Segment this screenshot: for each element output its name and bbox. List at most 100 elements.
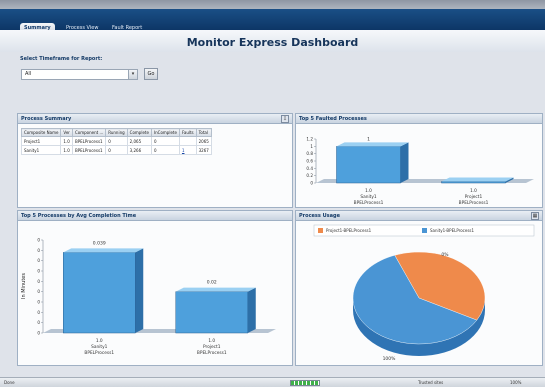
panel-title: Top 5 Faulted Processes <box>299 116 367 122</box>
panel-header: Top 5 Faulted Processes <box>296 114 542 124</box>
y-axis-title: In Minutes <box>21 273 27 299</box>
category-label: 1.0 <box>470 188 477 194</box>
y-tick-label: 0.4 <box>306 166 313 171</box>
legend-swatch <box>318 228 323 233</box>
security-zone: Trusted sites <box>418 380 444 385</box>
legend-entry: Sanity1-BPELProcess1 <box>430 228 475 233</box>
table-row[interactable]: Sanity1 1.0 BPELProcess1 0 3,266 0 1 3267 <box>20 145 212 155</box>
table-cell: 0 <box>105 145 128 155</box>
column-header[interactable]: Complete <box>126 128 152 137</box>
bar-side <box>247 287 256 333</box>
export-icon[interactable]: ⇩ <box>281 115 289 123</box>
y-tick-label: 0 <box>37 300 40 305</box>
category-label: Project1 <box>203 344 221 350</box>
y-tick-label: 0 <box>37 320 40 325</box>
table-row[interactable]: Project1 1.0 BPELProcess1 0 2,065 0 2065 <box>20 136 212 146</box>
export-icon[interactable]: ▦ <box>531 212 539 220</box>
y-tick-label: 0 <box>37 248 40 253</box>
y-tick-label: 1 <box>310 144 313 149</box>
header-bar: Monitor Express Dashboard <box>0 30 545 52</box>
panel-header: Process Summary ⇩ <box>18 114 292 124</box>
table-cell: 0 <box>105 136 128 146</box>
category-label: Project1 <box>465 194 483 200</box>
y-tick-label: 0.6 <box>306 159 313 164</box>
process-summary-table: Composite Name Ver Component ... Running Com… <box>20 128 212 155</box>
faulted-bar-chart: 00.20.40.60.811.2 11.0Sanity1BPELProcess1… <box>306 136 534 206</box>
column-header[interactable]: Total <box>195 128 212 137</box>
y-tick-label: 0 <box>37 269 40 274</box>
window-frame <box>0 0 545 9</box>
bar-top <box>63 248 144 253</box>
zoom-level[interactable]: 100% <box>510 379 521 386</box>
legend-entry: Project1-BPELProcess1 <box>326 228 372 233</box>
bar-top <box>175 287 256 292</box>
y-tick-label: 0 <box>37 310 40 315</box>
panel-title: Process Summary <box>21 116 72 122</box>
bar-side <box>135 248 144 333</box>
table-cell: Project1 <box>20 136 62 146</box>
column-header[interactable]: Composite Name <box>20 128 62 137</box>
table-cell: Sanity1 <box>20 145 62 155</box>
category-label: BPELProcess1 <box>459 200 489 206</box>
column-header[interactable]: Ver <box>60 128 73 137</box>
table-cell: 0 <box>150 136 180 146</box>
panel-title: Process Usage <box>299 213 340 219</box>
panel-header: Process Usage ▦ <box>296 211 542 221</box>
process-summary-panel: Process Summary ⇩ Composite Name Ver Compo… <box>17 113 293 208</box>
y-tick-label: 0 <box>310 181 313 186</box>
table-cell: 3267 <box>195 145 212 155</box>
y-tick-label: 0 <box>37 238 40 243</box>
table-cell: 3,266 <box>126 145 152 155</box>
table-cell: 1.0 <box>60 136 73 146</box>
y-tick-label: 1.2 <box>306 137 313 142</box>
status-text: Done <box>4 380 15 385</box>
category-label: 1.0 <box>208 338 215 344</box>
column-header[interactable]: Running <box>105 128 128 137</box>
legend: Project1-BPELProcess1 Sanity1-BPELProcess… <box>313 224 535 237</box>
table-cell[interactable]: 1 <box>178 145 197 155</box>
avg-completion-panel: Top 5 Processes by Avg Completion Time 0… <box>17 210 293 366</box>
y-tick-label: 0 <box>37 279 40 284</box>
table-cell: 0 <box>150 145 180 155</box>
progress-bar <box>290 380 320 386</box>
category-label: BPELProcess1 <box>354 200 384 206</box>
y-tick-label: 0.2 <box>306 173 313 178</box>
timeframe-select[interactable]: All ▾ <box>21 69 138 80</box>
table-cell: BPELProcess1 <box>71 145 107 155</box>
panel-header: Top 5 Processes by Avg Completion Time <box>18 211 292 221</box>
data-label: 100% <box>383 356 397 362</box>
timeframe-selected-value: All <box>25 71 32 77</box>
category-label: Sanity1 <box>360 194 377 200</box>
column-header[interactable]: Faults <box>178 128 197 137</box>
bar-top <box>441 177 514 182</box>
y-tick-label: 0.8 <box>306 151 313 156</box>
chevron-down-icon[interactable]: ▾ <box>128 70 137 79</box>
table-cell <box>178 136 197 146</box>
table-cell: BPELProcess1 <box>71 136 107 146</box>
page-title: Monitor Express Dashboard <box>186 36 359 49</box>
column-header[interactable]: InComplete <box>150 128 180 137</box>
table-cell: 2,065 <box>126 136 152 146</box>
data-label: 1 <box>367 136 370 142</box>
table-cell: 2065 <box>195 136 212 146</box>
timeframe-label: Select Timeframe for Report: <box>20 56 103 62</box>
legend-swatch <box>422 228 427 233</box>
bar <box>441 181 506 184</box>
panel-title: Top 5 Processes by Avg Completion Time <box>21 213 137 219</box>
process-usage-panel: Process Usage ▦ Project1-BPELProcess1 San… <box>295 210 543 366</box>
status-bar: Done Trusted sites 100% <box>0 377 545 387</box>
process-usage-pie-chart: Project1-BPELProcess1 Sanity1-BPELProcess… <box>313 224 535 362</box>
avg-completion-bar-chart: 00000000000.0391.0Sanity1BPELProcess10.0… <box>21 238 276 356</box>
category-label: Sanity1 <box>91 344 108 350</box>
data-label: 0.02 <box>207 280 217 286</box>
data-label: 0% <box>441 252 449 258</box>
go-button[interactable]: Go <box>144 68 158 80</box>
bar <box>336 146 401 184</box>
category-label: 1.0 <box>96 338 103 344</box>
column-header[interactable]: Component ... <box>71 128 107 137</box>
tab-strip: Summary Process View Fault Report <box>0 9 545 34</box>
bar <box>175 291 248 334</box>
y-tick-label: 0 <box>37 331 40 336</box>
y-tick-label: 0 <box>37 258 40 263</box>
table-cell: 1.0 <box>60 145 73 155</box>
